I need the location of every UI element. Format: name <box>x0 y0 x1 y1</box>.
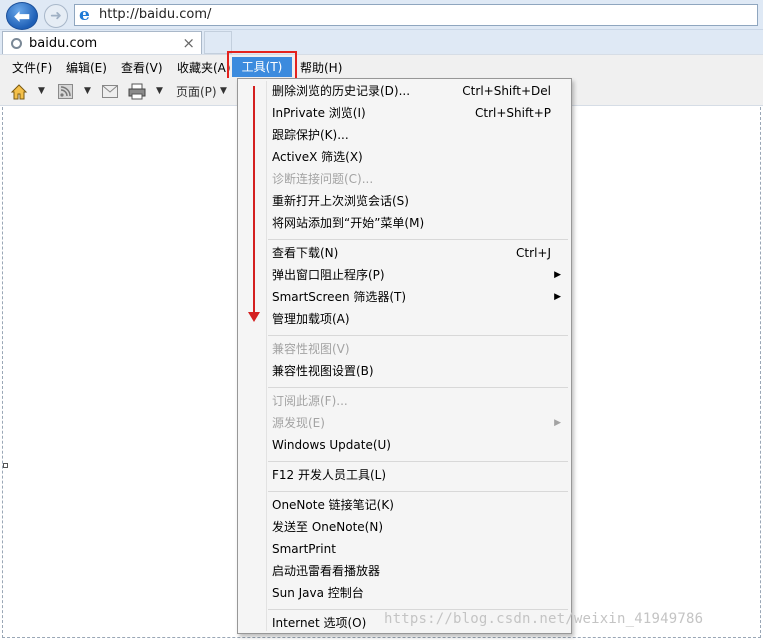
menu-item-label: ActiveX 筛选(X) <box>272 150 363 164</box>
page-dropdown-icon[interactable]: ▼ <box>220 86 227 96</box>
menu-item-label: 删除浏览的历史记录(D)... <box>272 84 411 98</box>
menu-item-manage-addons[interactable]: 管理加载项(A) <box>238 308 571 330</box>
home-icon[interactable] <box>10 83 28 101</box>
page-menu[interactable]: 页面(P) <box>176 83 217 100</box>
menu-item-delete-history[interactable]: 删除浏览的历史记录(D)... Ctrl+Shift+Del <box>238 80 571 102</box>
ie-logo-icon: e <box>79 5 90 25</box>
menu-item-label: OneNote 链接笔记(K) <box>272 498 394 512</box>
tab-title: baidu.com <box>29 36 98 51</box>
menu-item-reopen-session[interactable]: 重新打开上次浏览会话(S) <box>238 190 571 212</box>
back-arrow-icon: ⬅ <box>13 4 31 28</box>
menu-item-add-to-start[interactable]: 将网站添加到“开始”菜单(M) <box>238 212 571 234</box>
menu-item-label: 跟踪保护(K)... <box>272 128 349 142</box>
menu-item-label: 启动迅雷看看播放器 <box>272 564 381 578</box>
menu-item-shortcut: Ctrl+Shift+Del <box>462 84 551 98</box>
menu-item-tracking-protection[interactable]: 跟踪保护(K)... <box>238 124 571 146</box>
menu-item-label: 兼容性视图设置(B) <box>272 364 374 378</box>
menu-item-smartscreen[interactable]: SmartScreen 筛选器(T) ▶ <box>238 286 571 308</box>
menu-item-label: 管理加载项(A) <box>272 312 350 326</box>
menu-item-label: 发送至 OneNote(N) <box>272 520 383 534</box>
menu-item-feed-discovery: 源发现(E) ▶ <box>238 412 571 434</box>
menu-item-label: 弹出窗口阻止程序(P) <box>272 268 385 282</box>
menu-item-label: 重新打开上次浏览会话(S) <box>272 194 409 208</box>
menu-item-label: 源发现(E) <box>272 416 325 430</box>
menu-item-label: 将网站添加到“开始”菜单(M) <box>272 216 425 230</box>
loading-spinner-icon <box>11 38 22 49</box>
forward-button[interactable]: ➜ <box>44 4 68 28</box>
menu-item-subscribe-feed: 订阅此源(F)... <box>238 390 571 412</box>
print-icon[interactable] <box>128 83 146 100</box>
feeds-dropdown-icon[interactable]: ▼ <box>84 86 91 96</box>
menu-separator <box>268 491 568 492</box>
mail-icon[interactable] <box>102 85 118 98</box>
menu-view[interactable]: 查看(V) <box>121 59 163 76</box>
address-bar[interactable]: e http://baidu.com/ <box>74 4 758 26</box>
menu-item-sun-java-console[interactable]: Sun Java 控制台 <box>238 582 571 604</box>
menu-item-compat-view-settings[interactable]: 兼容性视图设置(B) <box>238 360 571 382</box>
print-dropdown-icon[interactable]: ▼ <box>156 86 163 96</box>
tools-highlight-box <box>227 51 297 81</box>
watermark-text: https://blog.csdn.net/weixin_41949786 <box>384 611 704 627</box>
menu-item-onenote-linked-notes[interactable]: OneNote 链接笔记(K) <box>238 494 571 516</box>
submenu-arrow-icon: ▶ <box>554 292 561 302</box>
menu-item-label: SmartScreen 筛选器(T) <box>272 290 407 304</box>
menu-separator <box>268 335 568 336</box>
menu-item-f12-dev-tools[interactable]: F12 开发人员工具(L) <box>238 464 571 486</box>
menu-item-label: Internet 选项(O) <box>272 616 367 630</box>
tab-close-icon[interactable]: × <box>182 34 195 52</box>
menu-item-label: 兼容性视图(V) <box>272 342 350 356</box>
menu-separator <box>268 239 568 240</box>
menu-separator <box>268 461 568 462</box>
menu-item-shortcut: Ctrl+J <box>516 246 551 260</box>
menu-item-shortcut: Ctrl+Shift+P <box>475 106 551 120</box>
menu-item-view-downloads[interactable]: 查看下载(N) Ctrl+J <box>238 242 571 264</box>
menu-file[interactable]: 文件(F) <box>12 59 52 76</box>
menu-item-label: 查看下载(N) <box>272 246 339 260</box>
navigation-bar: ⬅ ➜ e http://baidu.com/ <box>0 0 763 30</box>
tab-baidu[interactable]: baidu.com × <box>2 31 202 55</box>
menu-favorites[interactable]: 收藏夹(A) <box>177 59 231 76</box>
menu-item-label: 订阅此源(F)... <box>272 394 348 408</box>
menu-item-inprivate[interactable]: InPrivate 浏览(I) Ctrl+Shift+P <box>238 102 571 124</box>
menu-separator <box>268 387 568 388</box>
url-text[interactable]: http://baidu.com/ <box>99 7 211 22</box>
menu-item-popup-blocker[interactable]: 弹出窗口阻止程序(P) ▶ <box>238 264 571 286</box>
annotation-arrow-head <box>248 312 260 322</box>
menu-item-smartprint[interactable]: SmartPrint <box>238 538 571 560</box>
tab-bar: baidu.com × <box>0 30 763 55</box>
resize-handle[interactable] <box>3 463 8 468</box>
menu-edit[interactable]: 编辑(E) <box>66 59 107 76</box>
menu-item-windows-update[interactable]: Windows Update(U) <box>238 434 571 456</box>
annotation-arrow-line <box>253 86 255 316</box>
menu-item-activex-filtering[interactable]: ActiveX 筛选(X) <box>238 146 571 168</box>
menu-item-label: F12 开发人员工具(L) <box>272 468 387 482</box>
home-dropdown-icon[interactable]: ▼ <box>38 86 45 96</box>
back-button[interactable]: ⬅ <box>6 2 38 30</box>
menu-bar: 文件(F) 编辑(E) 查看(V) 收藏夹(A) 工具(T) 帮助(H) <box>0 54 763 78</box>
menu-item-label: SmartPrint <box>272 542 336 556</box>
menu-item-label: Sun Java 控制台 <box>272 586 364 600</box>
menu-item-send-to-onenote[interactable]: 发送至 OneNote(N) <box>238 516 571 538</box>
menu-item-xunlei-player[interactable]: 启动迅雷看看播放器 <box>238 560 571 582</box>
menu-item-label: InPrivate 浏览(I) <box>272 106 366 120</box>
menu-item-label: Windows Update(U) <box>272 438 391 452</box>
menu-item-diagnose-connection: 诊断连接问题(C)... <box>238 168 571 190</box>
menu-item-label: 诊断连接问题(C)... <box>272 172 374 186</box>
feeds-icon[interactable] <box>58 84 73 99</box>
menu-item-compat-view: 兼容性视图(V) <box>238 338 571 360</box>
menu-separator <box>268 609 568 610</box>
forward-arrow-icon: ➜ <box>50 8 62 24</box>
submenu-arrow-icon: ▶ <box>554 418 561 428</box>
menu-help[interactable]: 帮助(H) <box>300 59 342 76</box>
submenu-arrow-icon: ▶ <box>554 270 561 280</box>
tools-dropdown-menu: 删除浏览的历史记录(D)... Ctrl+Shift+Del InPrivate… <box>237 78 572 634</box>
